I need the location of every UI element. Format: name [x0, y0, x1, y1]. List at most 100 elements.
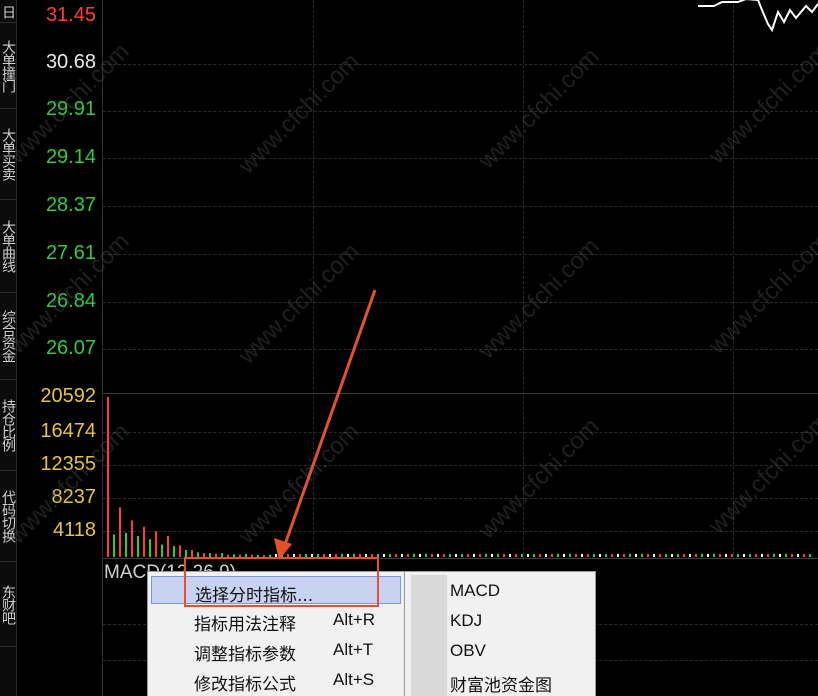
volume-bar [809, 554, 811, 557]
volume-bar [701, 554, 703, 557]
volume-bar [743, 554, 745, 557]
volume-bar [521, 554, 523, 557]
volume-bar [623, 554, 625, 557]
menu-item-edit-formula[interactable]: 修改指标公式 Alt+S [151, 666, 401, 695]
submenu-item-kdj[interactable]: KDJ [450, 611, 482, 631]
menu-item-shortcut: Alt+S [333, 670, 375, 689]
volume-bar [587, 554, 589, 557]
volume-bar [467, 554, 469, 557]
volume-bar [527, 554, 529, 557]
volume-bar [725, 554, 727, 557]
volume-bar [575, 554, 577, 557]
volume-bar [659, 554, 661, 557]
volume-bar [383, 554, 385, 557]
volume-bar [395, 554, 397, 557]
volume-bar [119, 507, 121, 557]
volume-bar [557, 554, 559, 557]
volume-bar [449, 554, 451, 557]
submenu-item-obv[interactable]: OBV [450, 641, 486, 661]
volume-bar [545, 554, 547, 557]
menu-item-adjust-params[interactable]: 调整指标参数 Alt+T [151, 636, 401, 665]
volume-bar [113, 534, 115, 557]
volume-bar [425, 554, 427, 557]
volume-bar [677, 554, 679, 557]
volume-bar [731, 554, 733, 557]
volume-bar [683, 554, 685, 557]
volume-bar [161, 544, 163, 557]
volume-bar [509, 554, 511, 557]
volume-bar [143, 526, 145, 557]
volume-bar [107, 397, 109, 557]
volume-bar [539, 554, 541, 557]
volume-bar [611, 554, 613, 557]
volume-bar [593, 554, 595, 557]
volume-bar [419, 554, 421, 557]
volume-bar [641, 554, 643, 557]
volume-bar [479, 554, 481, 557]
volume-bar [689, 554, 691, 557]
volume-bar [647, 554, 649, 557]
menu-item-label: 调整指标参数 [194, 645, 296, 665]
volume-bar [761, 554, 763, 557]
volume-bar [803, 554, 805, 557]
submenu-item-wealth-pool[interactable]: 财富池资金图 [450, 671, 552, 696]
volume-bar [413, 554, 415, 557]
volume-bar [401, 554, 403, 557]
volume-bar [149, 539, 151, 557]
price-line [698, 0, 818, 33]
volume-bar [653, 554, 655, 557]
volume-bar [665, 554, 667, 557]
menu-item-indicator-notes[interactable]: 指标用法注释 Alt+R [151, 606, 401, 635]
volume-bar [635, 554, 637, 557]
volume-bar [131, 520, 133, 557]
volume-bar [173, 546, 175, 557]
menu-item-shortcut: Alt+T [333, 640, 374, 659]
volume-bar [185, 550, 187, 557]
volume-bar [431, 554, 433, 557]
volume-bar [749, 554, 751, 557]
volume-bar [779, 554, 781, 557]
volume-bar [719, 554, 721, 557]
volume-bar [407, 554, 409, 557]
volume-bar [629, 554, 631, 557]
volume-bar [695, 554, 697, 557]
volume-bar [551, 554, 553, 557]
volume-bar [569, 554, 571, 557]
menu-item-label: 修改指标公式 [194, 675, 296, 695]
submenu-gutter [411, 575, 447, 696]
volume-bar [755, 554, 757, 557]
submenu-item-macd[interactable]: MACD [450, 581, 500, 601]
indicator-submenu: MACD KDJ OBV 财富池资金图 [404, 571, 596, 696]
volume-bar [485, 554, 487, 557]
volume-bar [563, 554, 565, 557]
menu-item-label: 指标用法注释 [194, 615, 296, 635]
volume-bar [167, 536, 169, 557]
volume-bars [107, 397, 811, 557]
menu-item-shortcut: Alt+R [333, 610, 376, 629]
volume-bar [617, 554, 619, 557]
volume-bar [785, 554, 787, 557]
volume-bar [533, 554, 535, 557]
volume-bar [713, 554, 715, 557]
volume-bar [671, 554, 673, 557]
stock-chart-window: 日 大单撞门 大单买卖 大单曲线 综合资金 持仓比例 代码切换 东财吧 31.4… [0, 0, 818, 696]
volume-bar [389, 554, 391, 557]
volume-bar [767, 554, 769, 557]
volume-bar [125, 532, 127, 557]
volume-bar [791, 554, 793, 557]
volume-bar [599, 554, 601, 557]
volume-bar [491, 554, 493, 557]
volume-bar [473, 554, 475, 557]
volume-bar [191, 550, 193, 557]
annotation-highlight-box [184, 557, 379, 607]
volume-bar [773, 554, 775, 557]
volume-bar [797, 554, 799, 557]
volume-bar [437, 554, 439, 557]
volume-bar [515, 554, 517, 557]
volume-bar [497, 554, 499, 557]
volume-bar [737, 554, 739, 557]
volume-bar [605, 554, 607, 557]
volume-bar [503, 554, 505, 557]
volume-bar [443, 554, 445, 557]
volume-bar [137, 536, 139, 557]
